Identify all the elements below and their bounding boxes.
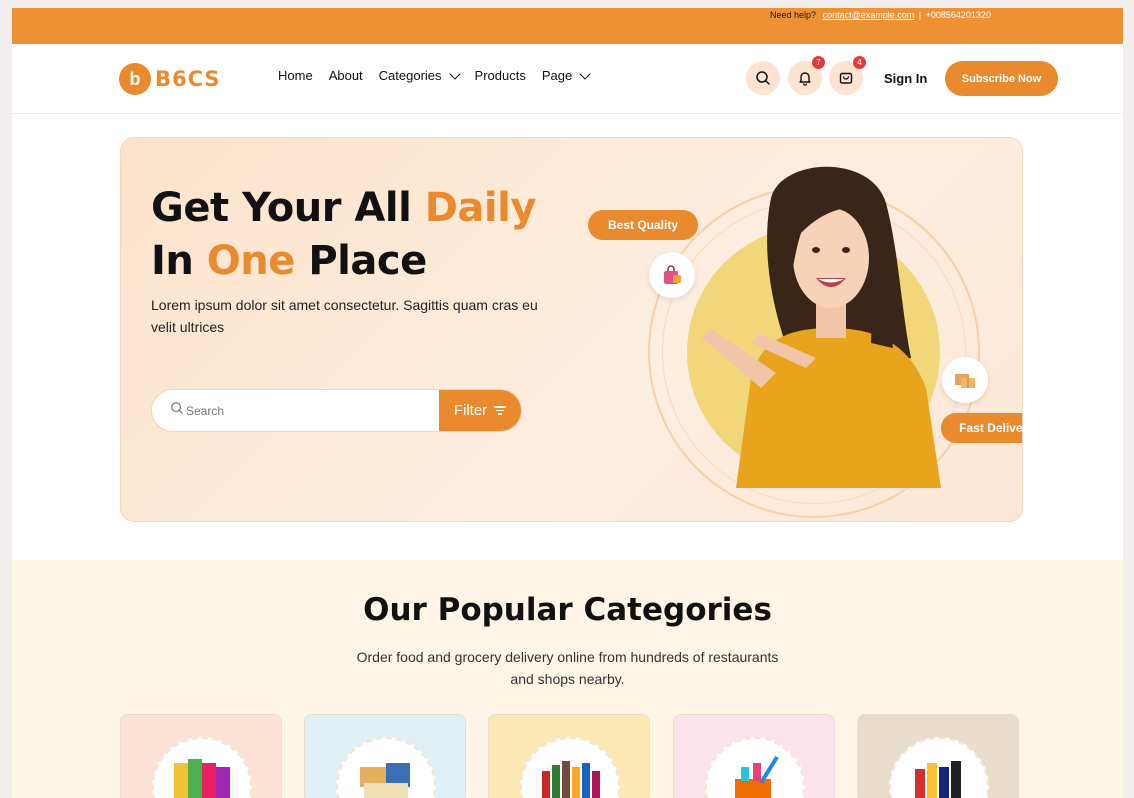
subscribe-button[interactable]: Subscribe Now: [945, 61, 1058, 96]
category-image: [152, 737, 252, 798]
nav-categories-label: Categories: [378, 68, 442, 83]
logo-icon: b: [119, 63, 151, 95]
category-card[interactable]: [673, 714, 835, 798]
search-icon: [756, 71, 770, 85]
category-card[interactable]: [304, 714, 466, 798]
category-image: [889, 737, 989, 798]
nav-products-label: Products: [474, 68, 526, 83]
hero-title-accent: Daily: [424, 185, 537, 231]
header: b B6CS Home About Categories Products Pa…: [12, 44, 1123, 114]
category-image: [520, 737, 620, 798]
category-image: [336, 737, 436, 798]
hero-search-bar: Filter: [151, 389, 522, 432]
email-link[interactable]: contact@example.com: [823, 10, 915, 20]
filter-icon: [494, 404, 507, 417]
nav-about[interactable]: About: [329, 68, 363, 83]
section-title: Our Popular Categories: [363, 592, 772, 628]
nav-home-label: Home: [278, 68, 313, 83]
bag-icon: [839, 72, 853, 84]
category-image: [705, 737, 805, 798]
best-quality-badge: Best Quality: [588, 210, 698, 240]
hero-title-part: In: [151, 238, 207, 284]
hero-title: Get Your All Daily In One Place: [151, 182, 536, 288]
help-info: Need help? contact@example.com | +008564…: [770, 10, 991, 20]
chevron-down-icon: [579, 67, 591, 80]
nav-page[interactable]: Page: [541, 67, 591, 83]
search-input[interactable]: [186, 390, 436, 431]
nav-page-label: Page: [541, 68, 573, 83]
filter-label: Filter: [453, 402, 488, 419]
phone-number[interactable]: +008564201320: [926, 10, 991, 20]
separator: |: [918, 10, 922, 20]
hero-title-accent: One: [206, 238, 296, 284]
nav-home[interactable]: Home: [278, 68, 313, 83]
cart-button[interactable]: 4: [829, 56, 866, 95]
page: Need help? contact@example.com | +008564…: [12, 8, 1123, 798]
category-card[interactable]: [120, 714, 282, 798]
main-nav: Home About Categories Products Page: [278, 67, 605, 83]
fast-delivery-badge: Fast Delivery: [941, 413, 1022, 443]
hero-title-part: Get Your All: [151, 185, 425, 231]
notifications-button[interactable]: 7: [788, 56, 825, 95]
top-bar: Need help? contact@example.com | +008564…: [12, 8, 1123, 44]
popular-categories-section: Our Popular Categories Order food and gr…: [12, 560, 1123, 798]
nav-products[interactable]: Products: [475, 68, 526, 83]
sign-in-link[interactable]: Sign In: [884, 71, 927, 86]
logo[interactable]: b B6CS: [119, 63, 221, 95]
delivery-box-icon: [942, 357, 988, 403]
nav-about-label: About: [328, 68, 363, 83]
hero-title-part: Place: [294, 238, 427, 284]
filter-button[interactable]: Filter: [439, 390, 521, 431]
hero-banner: Get Your All Daily In One Place Lorem ip…: [120, 137, 1023, 522]
shopping-bag-icon: [649, 252, 695, 298]
nav-categories[interactable]: Categories: [378, 67, 461, 83]
hero-woman-image: [701, 166, 941, 488]
category-card[interactable]: [857, 714, 1019, 798]
search-icon: [171, 402, 183, 414]
help-label: Need help?: [770, 10, 817, 20]
chevron-down-icon: [448, 67, 461, 80]
bell-icon: [799, 72, 811, 86]
cart-badge: 4: [853, 56, 866, 69]
section-subtitle: Order food and grocery delivery online f…: [356, 649, 779, 687]
logo-text: B6CS: [155, 67, 221, 91]
category-card[interactable]: [488, 714, 650, 798]
notifications-badge: 7: [812, 56, 825, 69]
hero-description: Lorem ipsum dolor sit amet consectetur. …: [151, 297, 538, 335]
search-button[interactable]: [746, 61, 780, 95]
